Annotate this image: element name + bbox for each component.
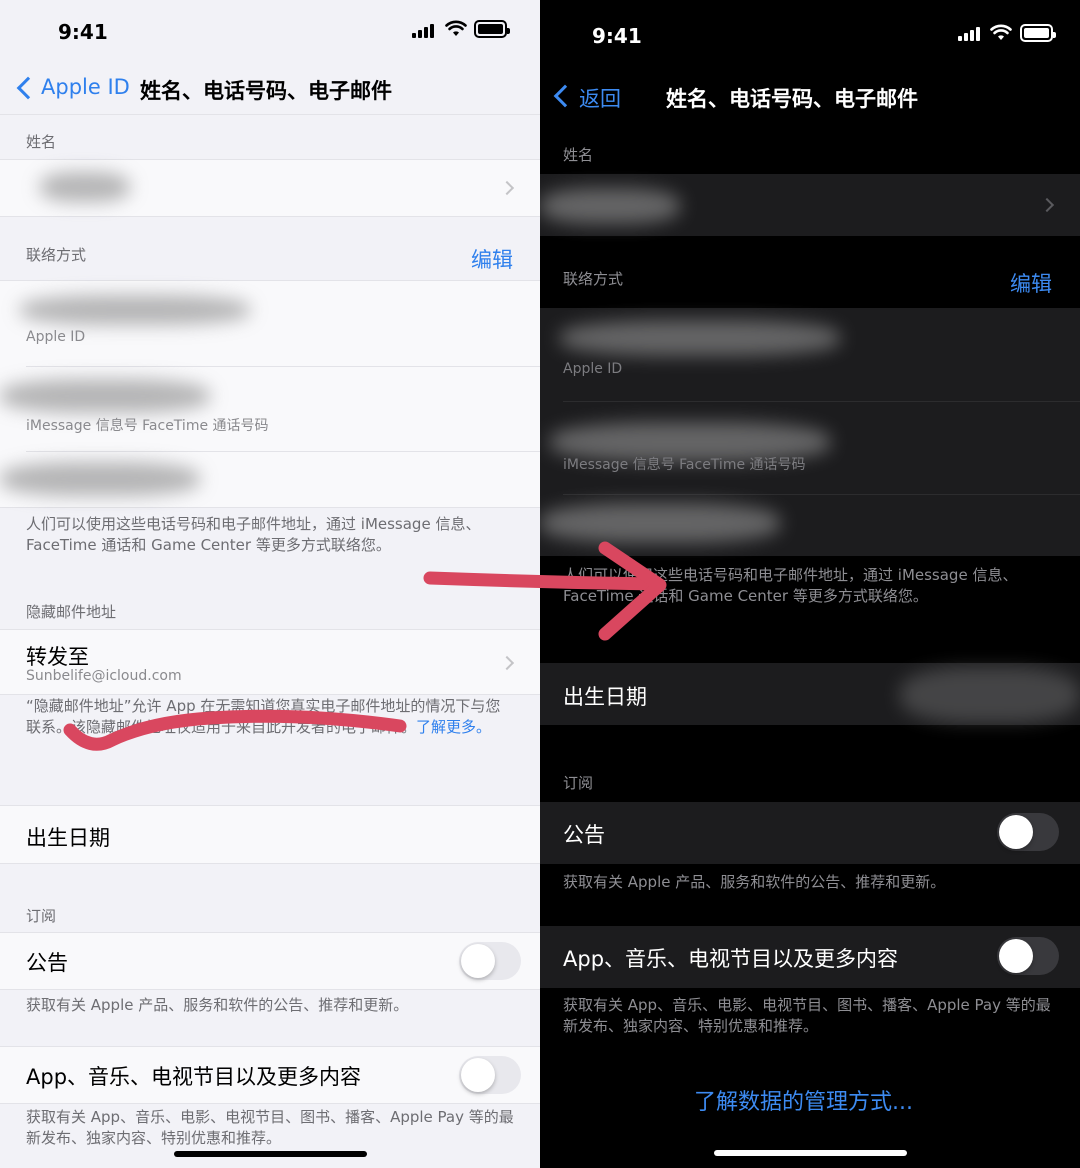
arrow-annotation-shaft [423,571,662,591]
arrow-annotation-head [598,541,667,641]
annotation-overlay [63,541,667,751]
strike-through-annotation [63,709,407,751]
